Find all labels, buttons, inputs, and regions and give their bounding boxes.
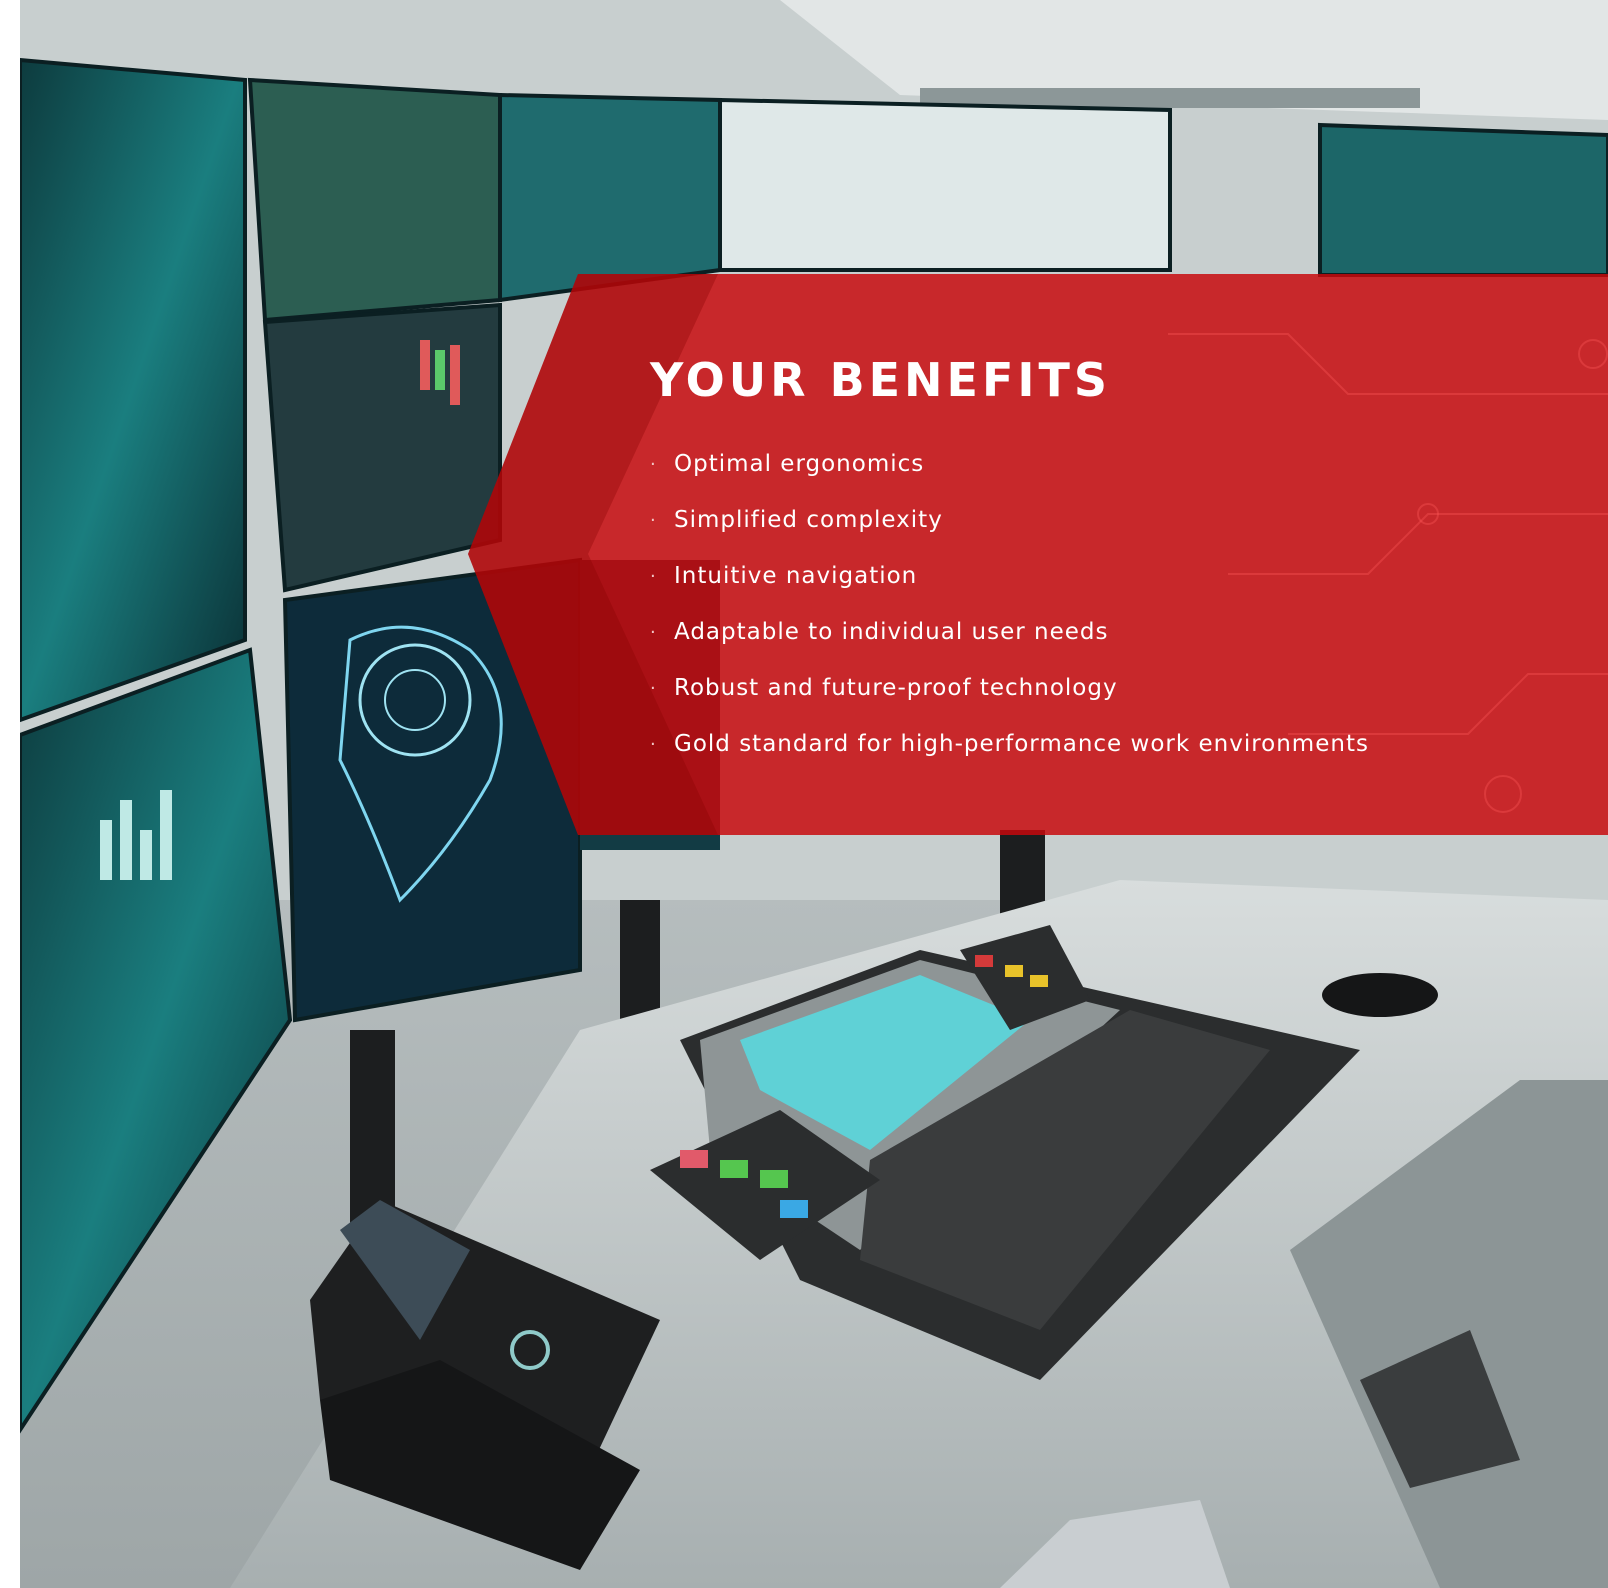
- benefit-label: Gold standard for high-performance work …: [674, 731, 1369, 757]
- benefit-label: Robust and future-proof technology: [674, 675, 1118, 701]
- benefit-item: · Intuitive navigation: [650, 548, 1369, 604]
- bullet-icon: ·: [650, 733, 657, 755]
- mouse-icon: [1322, 973, 1438, 1017]
- benefit-item: · Optimal ergonomics: [650, 436, 1369, 492]
- benefit-item: · Gold standard for high-performance work…: [650, 716, 1369, 772]
- benefit-label: Simplified complexity: [674, 507, 943, 533]
- benefit-label: Optimal ergonomics: [674, 451, 925, 477]
- benefit-item: · Simplified complexity: [650, 492, 1369, 548]
- benefit-label: Adaptable to individual user needs: [674, 619, 1109, 645]
- bullet-icon: ·: [650, 677, 657, 699]
- benefits-title: YOUR BENEFITS: [650, 353, 1112, 407]
- benefits-list: · Optimal ergonomics · Simplified complexi…: [650, 436, 1369, 772]
- benefit-item: · Adaptable to individual user needs: [650, 604, 1369, 660]
- bullet-icon: ·: [650, 621, 657, 643]
- benefit-item: · Robust and future-proof technology: [650, 660, 1369, 716]
- bullet-icon: ·: [650, 509, 657, 531]
- bullet-icon: ·: [650, 565, 657, 587]
- benefit-label: Intuitive navigation: [674, 563, 918, 589]
- bullet-icon: ·: [650, 453, 657, 475]
